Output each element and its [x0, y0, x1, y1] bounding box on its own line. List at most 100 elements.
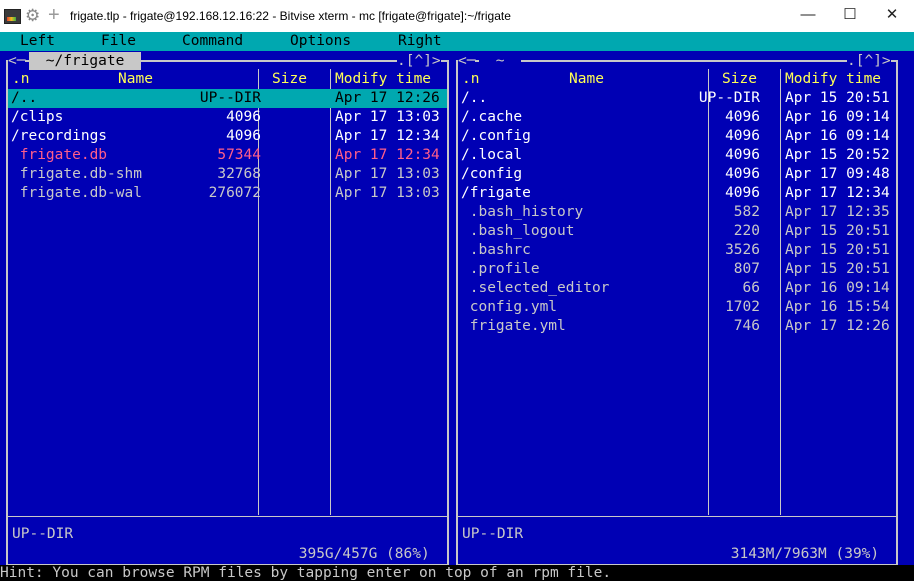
right-file-mtime: Apr 17 09:48	[785, 166, 890, 182]
right-file-name: .bashrc	[461, 242, 531, 258]
right-file-mtime: Apr 16 09:14	[785, 109, 890, 125]
right-mini-status: UP--DIR	[462, 526, 524, 542]
maximize-button[interactable]: ☐	[830, 4, 870, 26]
right-file-size: 220	[733, 223, 760, 239]
menu-command[interactable]: Command	[182, 32, 243, 51]
left-panel-corner-left[interactable]: <─	[8, 52, 26, 70]
right-file-mtime: Apr 15 20:51	[785, 223, 890, 239]
right-file-row[interactable]: .selected_editor 66 Apr 16 09:14	[458, 279, 896, 298]
right-col-modify[interactable]: Modify time	[785, 70, 881, 89]
left-file-row[interactable]: frigate.db-wal 276072 Apr 17 13:03	[8, 184, 447, 203]
mc-menubar: Left File Command Options Right	[0, 32, 914, 51]
right-file-name: .bash_logout	[461, 223, 575, 239]
right-file-mtime: Apr 17 12:34	[785, 185, 890, 201]
right-file-row[interactable]: frigate.yml 746 Apr 17 12:26	[458, 317, 896, 336]
left-file-name: /..	[11, 90, 38, 106]
minimize-button[interactable]: —	[788, 4, 828, 26]
left-col-size[interactable]: Size	[272, 70, 307, 89]
right-col-size[interactable]: Size	[722, 70, 757, 89]
right-file-row[interactable]: config.yml 1702 Apr 16 15:54	[458, 298, 896, 317]
right-file-row[interactable]: /.config 4096 Apr 16 09:14	[458, 127, 896, 146]
left-file-size: UP--DIR	[199, 90, 261, 106]
right-file-name: /frigate	[461, 185, 531, 201]
menu-file[interactable]: File	[101, 32, 136, 51]
right-file-name: config.yml	[461, 299, 558, 315]
right-file-name: .profile	[461, 261, 540, 277]
left-file-row[interactable]: /.. UP--DIR Apr 17 12:26	[8, 89, 447, 108]
right-file-size: 4096	[725, 128, 760, 144]
left-file-mtime: Apr 17 13:03	[335, 185, 440, 201]
right-file-row[interactable]: /.cache 4096 Apr 16 09:14	[458, 108, 896, 127]
left-col-modify[interactable]: Modify time	[335, 70, 431, 89]
right-file-mtime: Apr 16 09:14	[785, 128, 890, 144]
right-file-name: /config	[461, 166, 523, 182]
menu-left[interactable]: Left	[20, 32, 55, 51]
right-file-name: frigate.yml	[461, 318, 566, 334]
right-file-size: UP--DIR	[698, 90, 760, 106]
right-file-mtime: Apr 15 20:51	[785, 242, 890, 258]
left-col-name[interactable]: Name	[118, 70, 153, 89]
left-file-mtime: Apr 17 13:03	[335, 166, 440, 182]
right-file-size: 582	[733, 204, 760, 220]
left-file-name: frigate.db-shm	[11, 166, 142, 182]
right-file-size: 807	[733, 261, 760, 277]
menu-right[interactable]: Right	[398, 32, 442, 51]
left-file-name: frigate.db-wal	[11, 185, 142, 201]
left-file-name: frigate.db	[11, 147, 108, 163]
left-file-size: 4096	[226, 109, 261, 125]
right-panel-title[interactable]: ~	[479, 52, 522, 70]
right-file-size: 1702	[725, 299, 760, 315]
left-file-row[interactable]: frigate.db 57344 Apr 17 12:34	[8, 146, 447, 165]
right-file-name: /.config	[461, 128, 531, 144]
hint-line: Hint: You can browse RPM files by tappin…	[0, 565, 914, 581]
right-file-mtime: Apr 17 12:26	[785, 318, 890, 334]
right-panel-corner-left[interactable]: <─	[458, 52, 476, 70]
right-file-mtime: Apr 15 20:52	[785, 147, 890, 163]
right-file-mtime: Apr 15 20:51	[785, 261, 890, 277]
left-panel-corner-right[interactable]: .[^]>	[397, 52, 441, 70]
right-col-name[interactable]: Name	[569, 70, 604, 89]
left-file-size: 4096	[226, 128, 261, 144]
left-file-name: /clips	[11, 109, 64, 125]
right-file-row[interactable]: .bashrc 3526 Apr 15 20:51	[458, 241, 896, 260]
left-file-row[interactable]: frigate.db-shm 32768 Apr 17 13:03	[8, 165, 447, 184]
right-file-name: /.local	[461, 147, 523, 163]
terminal-icon[interactable]	[4, 9, 21, 24]
right-disk-usage: 3143M/7963M (39%)	[719, 545, 891, 564]
left-file-row[interactable]: /clips 4096 Apr 17 13:03	[8, 108, 447, 127]
left-panel-title[interactable]: ~/frigate	[29, 52, 142, 70]
left-file-size: 32768	[217, 166, 261, 182]
window-title: frigate.tlp - frigate@192.168.12.16:22 -…	[70, 9, 511, 23]
right-file-name: .bash_history	[461, 204, 584, 220]
right-file-row[interactable]: .profile 807 Apr 15 20:51	[458, 260, 896, 279]
right-file-name: /..	[461, 90, 488, 106]
right-file-mtime: Apr 17 12:35	[785, 204, 890, 220]
left-col-n[interactable]: .n	[12, 70, 29, 89]
left-file-mtime: Apr 17 13:03	[335, 109, 440, 125]
new-window-plus-icon[interactable]: +	[48, 5, 60, 25]
right-file-size: 3526	[725, 242, 760, 258]
left-file-mtime: Apr 17 12:26	[335, 90, 440, 106]
menu-options[interactable]: Options	[290, 32, 351, 51]
close-button[interactable]: ✕	[872, 4, 912, 26]
left-mini-status: UP--DIR	[12, 526, 74, 542]
right-file-row[interactable]: /.local 4096 Apr 15 20:52	[458, 146, 896, 165]
right-file-name: /.cache	[461, 109, 523, 125]
right-col-n[interactable]: .n	[462, 70, 479, 89]
right-file-size: 4096	[725, 147, 760, 163]
right-file-row[interactable]: /.. UP--DIR Apr 15 20:51	[458, 89, 896, 108]
left-file-mtime: Apr 17 12:34	[335, 128, 440, 144]
right-file-size: 746	[733, 318, 760, 334]
left-status-divider	[8, 516, 447, 517]
window-titlebar: ⚙ + frigate.tlp - frigate@192.168.12.16:…	[0, 0, 914, 33]
right-file-row[interactable]: .bash_history 582 Apr 17 12:35	[458, 203, 896, 222]
right-file-row[interactable]: /config 4096 Apr 17 09:48	[458, 165, 896, 184]
right-file-row[interactable]: .bash_logout 220 Apr 15 20:51	[458, 222, 896, 241]
left-file-row[interactable]: /recordings 4096 Apr 17 12:34	[8, 127, 447, 146]
right-panel-corner-right[interactable]: .[^]>	[847, 52, 891, 70]
gear-icon[interactable]: ⚙	[25, 7, 40, 24]
left-file-size: 276072	[208, 185, 261, 201]
terminal-area[interactable]: Left File Command Options Right <─ ~/fri…	[0, 32, 914, 581]
right-file-row[interactable]: /frigate 4096 Apr 17 12:34	[458, 184, 896, 203]
right-file-size: 4096	[725, 166, 760, 182]
